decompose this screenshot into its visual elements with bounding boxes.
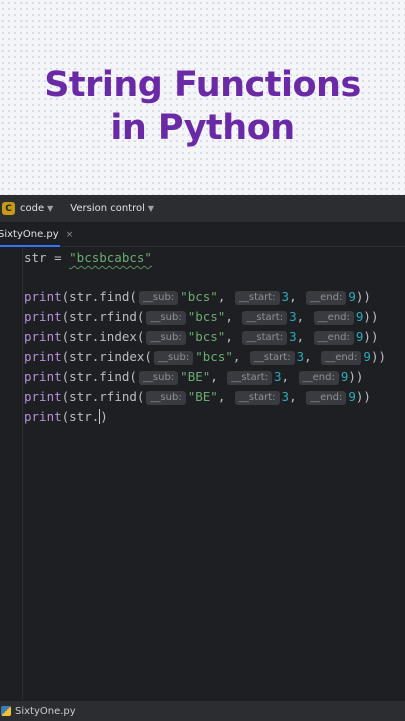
code-arg-start: 3 [296, 349, 305, 364]
code-arg-start: 3 [281, 389, 290, 404]
code-arg-start: 3 [274, 369, 282, 384]
code-line-7[interactable]: print(str.find(__sub: "BE", __start: 3, __… [24, 367, 363, 387]
status-bar: SixtyOne.py [0, 700, 405, 721]
banner-title-line2: in Python [110, 108, 295, 148]
param-hint-end: __end: [306, 291, 347, 305]
code-close: )) [363, 329, 379, 344]
code-arg-start: 3 [289, 329, 297, 344]
param-hint-start: __start: [242, 311, 288, 325]
code-arg-start: 3 [281, 289, 290, 304]
code-call: (str.rfind( [61, 309, 145, 324]
code-arg-end: 9 [363, 349, 371, 364]
chevron-down-icon[interactable]: ▼ [47, 204, 53, 213]
code-call: (str.rindex( [61, 349, 152, 364]
code-arg-end: 9 [348, 289, 356, 304]
status-filename[interactable]: SixtyOne.py [15, 706, 76, 717]
code-partial: (str. [61, 409, 100, 424]
code-arg-sub: "BE" [187, 389, 218, 404]
param-hint-end: __end: [306, 391, 347, 405]
param-hint-start: __start: [249, 351, 295, 365]
gutter-divider [22, 247, 23, 700]
code-string: "bcsbcabcs" [69, 250, 152, 265]
code-arg-sub: "bcs" [195, 349, 233, 364]
code-print: print [24, 289, 62, 304]
param-hint-start: __start: [227, 371, 273, 385]
code-editor[interactable]: str = "bcsbcabcs" print(str.find(__sub: "… [0, 247, 405, 700]
project-badge-icon[interactable]: C [2, 202, 15, 215]
param-hint-sub: __sub: [153, 351, 194, 365]
banner-title: String Functions in Python [0, 64, 405, 150]
code-print: print [24, 369, 62, 384]
code-call: (str.rfind( [61, 389, 145, 404]
editor-tab-bar: SixtyOne.py × [0, 223, 405, 247]
code-arg-start: 3 [289, 309, 297, 324]
code-print: print [24, 309, 62, 324]
code-close: )) [355, 289, 371, 304]
code-print: print [24, 409, 62, 424]
param-hint-sub: __sub: [138, 371, 179, 385]
code-var: str [24, 250, 47, 265]
code-line-9[interactable]: print(str.) [24, 407, 108, 427]
code-call: (str.find( [61, 369, 137, 384]
ide-toolbar: C code ▼ Version control ▼ [0, 195, 405, 223]
title-banner: String Functions in Python [0, 0, 405, 195]
code-close: )) [370, 349, 386, 364]
chevron-down-icon[interactable]: ▼ [148, 204, 154, 213]
code-close: )) [355, 389, 371, 404]
python-file-icon [1, 706, 11, 716]
param-hint-start: __start: [242, 331, 288, 345]
code-line-1[interactable]: str = "bcsbcabcs" [24, 248, 152, 268]
code-line-5[interactable]: print(str.index(__sub: "bcs", __start: 3, … [24, 327, 378, 347]
close-icon[interactable]: × [66, 230, 74, 240]
version-control-menu[interactable]: Version control [70, 203, 145, 214]
code-print: print [24, 349, 62, 364]
code-line-3[interactable]: print(str.find(__sub: "bcs", __start: 3, _… [24, 287, 371, 307]
code-close: ) [100, 409, 108, 424]
code-line-4[interactable]: print(str.rfind(__sub: "bcs", __start: 3, … [24, 307, 378, 327]
code-arg-sub: "bcs" [187, 309, 226, 324]
project-selector[interactable]: code [20, 203, 44, 214]
code-close: )) [348, 369, 364, 384]
param-hint-start: __start: [234, 291, 280, 305]
code-print: print [24, 329, 62, 344]
param-hint-sub: __sub: [138, 291, 179, 305]
param-hint-sub: __sub: [146, 391, 186, 405]
code-call: (str.find( [61, 289, 137, 304]
tab-label[interactable]: SixtyOne.py [0, 229, 59, 240]
param-hint-end: __end: [313, 331, 354, 345]
param-hint-sub: __sub: [146, 311, 186, 325]
code-call: (str.index( [61, 329, 145, 344]
code-arg-end: 9 [348, 389, 356, 404]
code-close: )) [363, 309, 379, 324]
param-hint-start: __start: [234, 391, 280, 405]
banner-title-line1: String Functions [44, 65, 361, 105]
code-print: print [24, 389, 62, 404]
param-hint-end: __end: [321, 351, 362, 365]
code-arg-sub: "bcs" [180, 289, 218, 304]
code-operator: = [46, 250, 70, 265]
param-hint-sub: __sub: [146, 331, 186, 345]
code-line-6[interactable]: print(str.rindex(__sub: "bcs", __start: 3,… [24, 347, 386, 367]
code-line-8[interactable]: print(str.rfind(__sub: "BE", __start: 3, _… [24, 387, 371, 407]
tab-sixtyone-py[interactable]: SixtyOne.py × [0, 223, 81, 247]
code-arg-sub: "BE" [180, 369, 211, 384]
code-arg-sub: "bcs" [187, 329, 226, 344]
param-hint-end: __end: [313, 311, 354, 325]
param-hint-end: __end: [298, 371, 339, 385]
